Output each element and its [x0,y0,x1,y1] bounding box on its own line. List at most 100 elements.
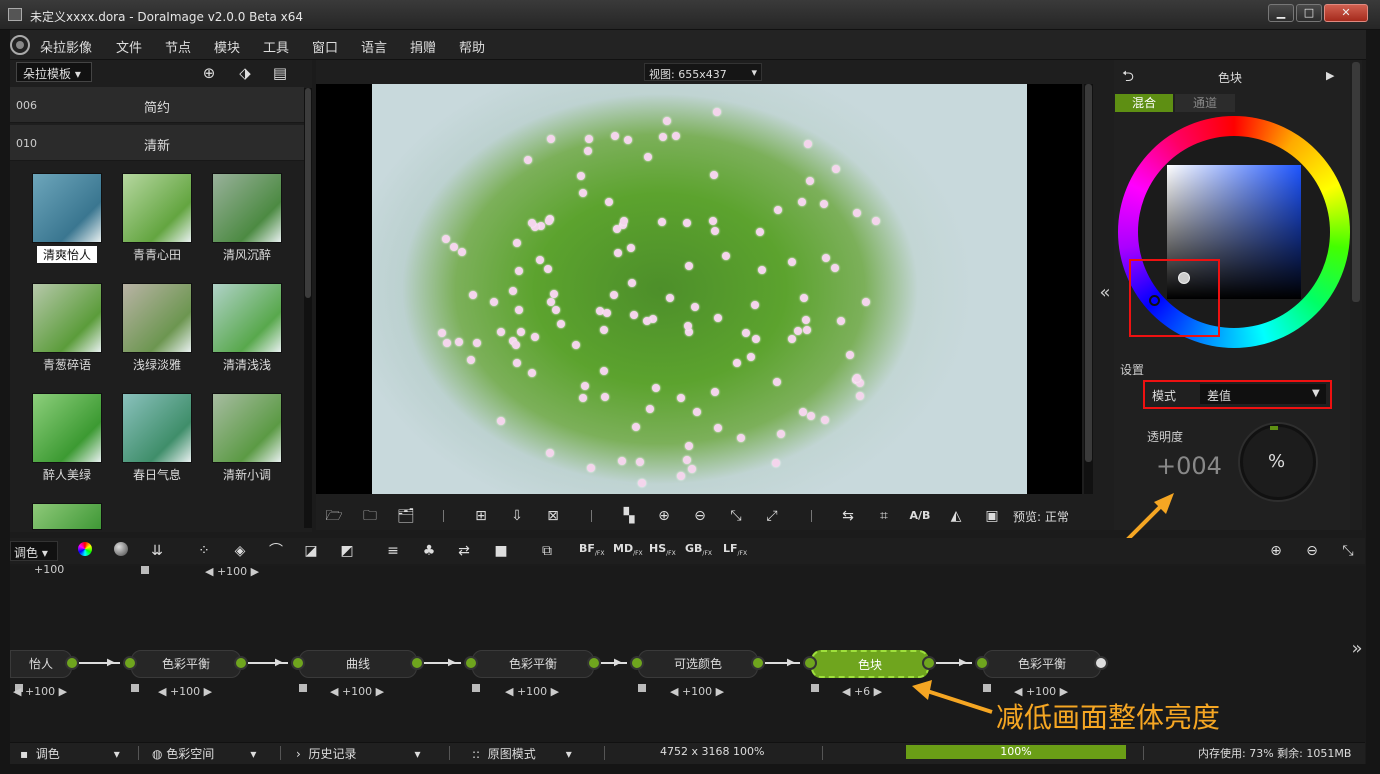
node-toggle[interactable] [472,684,480,692]
node-zoom-in-icon[interactable]: ⊕ [1265,542,1287,560]
new-file-icon[interactable]: ⊞ [470,507,492,525]
adjust-select[interactable]: 调色 ▾ [10,541,58,561]
process-node[interactable]: 可选颜色 [638,650,758,678]
template-label[interactable]: 清清浅浅 [202,356,292,373]
template-label[interactable]: 春日气息 [112,466,202,483]
template-scroll-thumb[interactable] [305,88,311,298]
menu-module[interactable]: 模块 [214,37,240,56]
node-output-port[interactable] [410,656,424,670]
status-history[interactable]: › 历史记录 ▾ [296,745,420,762]
flower-photo[interactable] [372,84,1027,494]
color-wheel-icon[interactable] [74,542,96,560]
node-fit-icon[interactable]: ⤡ [1337,542,1359,560]
template-select[interactable]: 朵拉模板 ▾ [16,62,92,82]
process-node[interactable]: 怡人 [10,650,72,678]
node-output-port[interactable] [922,656,936,670]
collapse-left-button[interactable]: « [1096,60,1114,530]
play-icon[interactable]: ▶ [1326,69,1334,82]
node-toggle[interactable] [638,684,646,692]
node-toggle[interactable] [131,684,139,692]
node-toggle[interactable] [299,684,307,692]
node-value[interactable]: ◀ +6 ▶ [842,685,882,698]
node-input-port[interactable] [291,656,305,670]
fullscreen-icon[interactable]: ⤢ [761,507,783,525]
snapshot-icon[interactable]: ▣ [981,507,1003,525]
template-thumbnail[interactable] [212,173,282,243]
close-button[interactable]: ✕ [1324,4,1368,22]
node-input-port[interactable] [630,656,644,670]
exposure-icon[interactable]: ◪ [300,542,322,560]
status-orig-mode[interactable]: :: 原图模式 ▾ [472,745,572,762]
tab-blend[interactable]: 混合 [1115,94,1173,112]
template-thumbnail[interactable] [32,283,102,353]
layers-icon[interactable]: ⧉ [536,542,558,560]
fx-lf-button[interactable]: LF/FX [723,542,747,557]
node-value[interactable]: ◀ +100 ▶ [505,685,559,698]
zoom-in-icon[interactable]: ⊕ [653,507,675,525]
save-file-icon[interactable]: ⇩ [506,507,528,525]
template-label[interactable]: 清风沉醉 [202,246,292,263]
node-input-port[interactable] [123,656,137,670]
points-icon[interactable]: ⁘ [193,542,215,560]
minimize-button[interactable]: ▁ [1268,4,1294,22]
maximize-button[interactable]: □ [1296,4,1322,22]
fx-md-button[interactable]: MD/FX [613,542,643,557]
gradient-icon[interactable]: ◩ [336,542,358,560]
node-input-port[interactable] [803,656,817,670]
template-label[interactable]: 青葱碎语 [22,356,112,373]
template-label[interactable]: 醉人美绿 [22,466,112,483]
ab-compare-icon[interactable]: A/B [907,507,933,525]
zoom-out-icon[interactable]: ⊖ [689,507,711,525]
fx-gb-button[interactable]: GB/FX [685,542,712,557]
mix-icon[interactable]: ♣ [418,542,440,560]
color-balance-icon[interactable]: ≡ [382,542,404,560]
preview-mode[interactable]: 预览: 正常 [1013,508,1069,525]
node-output-port[interactable] [587,656,601,670]
sphere-icon[interactable] [110,542,132,560]
template-thumbnail[interactable] [212,283,282,353]
settings-icon[interactable]: ⬗ [235,64,255,82]
histogram-icon[interactable]: ◭ [945,507,967,525]
fit-icon[interactable]: ⤡ [725,507,747,525]
node-input-port[interactable] [464,656,478,670]
template-thumbnail[interactable] [122,283,192,353]
status-colorspace[interactable]: ◍ 色彩空间 ▾ [152,745,256,762]
node-output-port[interactable] [65,656,79,670]
node-toggle[interactable] [811,684,819,692]
view-zoom-select[interactable]: 视图: 655x437 ▾ [644,63,762,81]
node-toggle[interactable] [141,566,149,574]
status-adjust[interactable]: ▪ 调色 ▾ [20,745,120,762]
open-folder-icon[interactable]: 🗀 [359,507,381,525]
tab-channel[interactable]: 通道 [1175,94,1235,112]
color-block-icon[interactable]: ■ [490,542,512,560]
filmstrip-icon[interactable]: ▤ [270,64,290,82]
contrast-icon[interactable]: ◈ [229,542,251,560]
category-row[interactable]: 006 简约 [10,87,304,123]
menu-window[interactable]: 窗口 [312,37,338,56]
node-input-port[interactable] [975,656,989,670]
menu-file[interactable]: 文件 [116,37,142,56]
template-thumbnail[interactable] [122,173,192,243]
channel-swap-icon[interactable]: ⇄ [453,542,475,560]
menu-language[interactable]: 语言 [361,37,387,56]
template-label[interactable]: 青青心田 [112,246,202,263]
back-icon[interactable]: ⮌ [1122,66,1134,91]
template-thumbnail[interactable] [122,393,192,463]
process-node[interactable]: 色彩平衡 [131,650,241,678]
crop-icon[interactable]: ⌗ [873,507,895,525]
node-output-port[interactable] [751,656,765,670]
menu-brand[interactable]: 朵拉影像 [40,37,92,56]
template-label[interactable]: 清新小调 [202,466,292,483]
node-value[interactable]: ◀ +100 ▶ [158,685,212,698]
node-value[interactable]: ◀ +100 ▶ [13,685,67,698]
curve-icon[interactable]: ⌒ [265,542,287,560]
menu-help[interactable]: 帮助 [459,37,485,56]
open-image-icon[interactable]: 🗁 [323,507,345,525]
right-panel-scroll-thumb[interactable] [1352,62,1360,302]
target-icon[interactable]: ⊕ [199,64,219,82]
compare-icon[interactable]: ⇆ [837,507,859,525]
top-value-row[interactable]: ◀ +100 ▶ [205,565,259,578]
process-node[interactable]: 色彩平衡 [472,650,594,678]
fx-bf-button[interactable]: BF/FX [579,542,605,557]
process-node[interactable]: 色块 [811,650,929,678]
